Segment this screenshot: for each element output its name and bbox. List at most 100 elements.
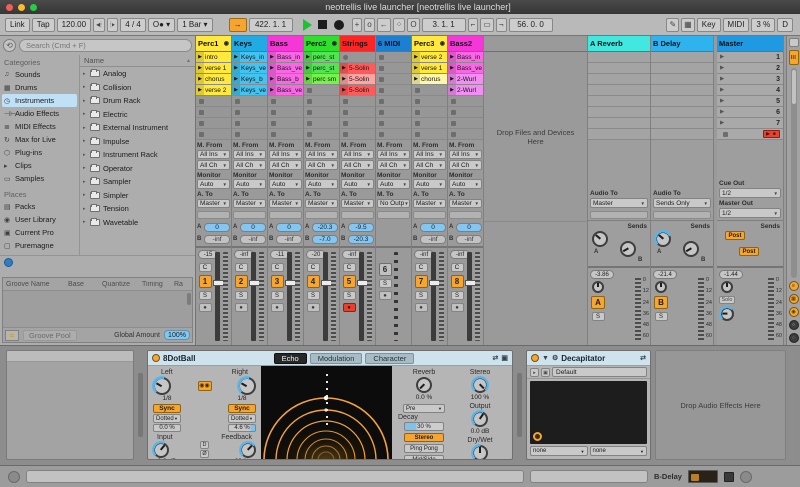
clip-stop-button[interactable]	[451, 110, 456, 115]
return-empty-slot[interactable]	[588, 118, 650, 129]
clip-stop-button[interactable]	[235, 132, 240, 137]
tempo-field[interactable]: 120.00	[57, 18, 91, 32]
return-header-a-reverb[interactable]: A Reverb	[588, 36, 650, 52]
expand-icon[interactable]: ▸	[83, 125, 90, 131]
draw-mode-button[interactable]: ✎	[666, 18, 679, 32]
empty-clip-slot[interactable]	[340, 129, 375, 140]
clip-play-icon[interactable]: ▶	[268, 85, 276, 96]
groove-name-header[interactable]: Groove Name	[6, 281, 68, 288]
arm-button[interactable]: ●	[415, 303, 428, 312]
volume-fader[interactable]	[359, 252, 364, 341]
return-pan-knob[interactable]	[655, 281, 667, 293]
browser-collapse-icon[interactable]: ⟲	[3, 39, 16, 52]
browser-item-impulse[interactable]: ▸Impulse	[80, 135, 195, 149]
empty-clip-slot[interactable]	[412, 118, 447, 129]
browser-item-sampler[interactable]: ▸Sampler	[80, 175, 195, 189]
clip-stop-button[interactable]	[271, 121, 276, 126]
arm-button[interactable]: ●	[451, 303, 464, 312]
clip-stop-button[interactable]	[307, 99, 312, 104]
return-solo-button[interactable]: S	[592, 312, 605, 321]
phase-invert-button[interactable]: Ø	[200, 450, 209, 458]
reverb-position-select[interactable]: Pre▼	[403, 404, 445, 413]
decapitator-title-bar[interactable]: ▼ ⚙ Decapitator ⇄	[527, 351, 650, 366]
loop-start-field[interactable]: 3. 1. 1	[422, 18, 466, 32]
hot-swap-icon[interactable]: ⇄	[492, 354, 498, 362]
sidebar-item-current-pro[interactable]: ▣Current Pro	[2, 226, 77, 239]
clip-play-icon[interactable]: ▶	[412, 74, 420, 85]
browser-item-wavetable[interactable]: ▸Wavetable	[80, 216, 195, 230]
scene-3[interactable]: ▶3	[717, 74, 783, 85]
track-fold-icon[interactable]: ◉	[332, 40, 337, 47]
scene-play-icon[interactable]: ▶	[720, 76, 724, 82]
clip-stop-button[interactable]	[415, 121, 420, 126]
return-output-select[interactable]: Master▼	[590, 198, 648, 208]
clip-stop-button[interactable]	[415, 110, 420, 115]
sidebar-item-max-for-live[interactable]: ↻Max for Live	[2, 133, 77, 146]
return-empty-slot[interactable]	[588, 52, 650, 63]
pan-control[interactable]: C	[271, 263, 284, 272]
solo-button[interactable]: S	[451, 291, 464, 300]
browser-item-external-instrument[interactable]: ▸External Instrument	[80, 121, 195, 135]
left-division-value[interactable]: 1/8	[153, 395, 181, 402]
scene-play-icon[interactable]: ▶	[720, 120, 724, 126]
clip-chorus[interactable]: ▶chorus	[412, 74, 447, 85]
send-a-value[interactable]: 0	[204, 223, 230, 232]
play-button[interactable]	[303, 19, 312, 31]
empty-clip-slot[interactable]	[412, 107, 447, 118]
volume-fader[interactable]	[287, 252, 292, 341]
save-preset-icon[interactable]: ▣	[501, 354, 508, 362]
clip-intro[interactable]: ▶intro	[196, 52, 231, 63]
master-out-select[interactable]: 1/2▼	[719, 208, 781, 218]
device-view-scrollbar[interactable]	[790, 350, 795, 460]
clip-stop-button[interactable]	[271, 110, 276, 115]
empty-clip-slot[interactable]	[376, 85, 411, 96]
launch-quantize-select[interactable]: 1 Bar ▾	[177, 18, 212, 32]
clip-play-icon[interactable]: ▶	[268, 63, 276, 74]
track-activator[interactable]: 7	[415, 275, 428, 288]
groove-pool-icon[interactable]: ≈	[5, 330, 19, 341]
arm-button[interactable]: ●	[307, 303, 320, 312]
empty-clip-slot[interactable]	[376, 96, 411, 107]
track-delay-box[interactable]	[449, 211, 482, 219]
send-a-post-button[interactable]: Post	[725, 231, 745, 240]
input-gain-knob[interactable]	[153, 442, 169, 458]
global-amount-value[interactable]: 100%	[164, 330, 190, 340]
empty-clip-slot[interactable]	[412, 85, 447, 96]
input-channel-select[interactable]: All Ch▼	[233, 160, 266, 170]
input-channel-select[interactable]: All Ch▼	[413, 160, 446, 170]
return-delay-box[interactable]	[590, 211, 648, 219]
right-offset-value[interactable]: 4.6 %	[228, 424, 256, 432]
clip-stop-button[interactable]	[199, 99, 204, 104]
pan-control[interactable]: C	[415, 263, 428, 272]
toggle-crossfader-button[interactable]: ◌	[789, 333, 799, 343]
clip-stop-button[interactable]	[307, 121, 312, 126]
send-a-value[interactable]: 0	[420, 223, 446, 232]
expand-icon[interactable]: ▸	[83, 206, 90, 212]
pan-control[interactable]: C	[199, 263, 212, 272]
clip-5-solin[interactable]: ▶5-Solin	[340, 63, 375, 74]
plugin-hot-swap-icon[interactable]: ⇄	[640, 354, 646, 362]
stereo-link-button[interactable]: ◉◉	[198, 381, 212, 391]
clip-stop-button[interactable]	[379, 132, 384, 137]
return-volume-value[interactable]: -3.86	[590, 270, 614, 279]
monitor-select[interactable]: Auto▼	[377, 179, 410, 189]
return-empty-slot[interactable]	[588, 85, 650, 96]
automation-arm-button[interactable]: o	[364, 18, 374, 32]
empty-clip-slot[interactable]	[232, 96, 267, 107]
groove-timing-header[interactable]: Timing	[142, 281, 174, 288]
solo-button[interactable]: S	[415, 291, 428, 300]
send-b-value[interactable]: -inf	[420, 235, 446, 244]
return-empty-slot[interactable]	[588, 107, 650, 118]
empty-clip-slot[interactable]	[304, 118, 339, 129]
expand-icon[interactable]: ▸	[83, 84, 90, 90]
clip-stop-button[interactable]	[307, 88, 312, 93]
return-activator[interactable]: A	[591, 296, 605, 309]
loop-length-field[interactable]: 56. 0. 0	[509, 18, 553, 32]
clip-stop-button[interactable]	[307, 132, 312, 137]
send-b-post-button[interactable]: Post	[739, 247, 759, 256]
send-a-value[interactable]: 0	[276, 223, 302, 232]
sidebar-item-sounds[interactable]: ♫Sounds	[2, 68, 77, 81]
browser-item-simpler[interactable]: ▸Simpler	[80, 189, 195, 203]
clip-bass-b[interactable]: ▶Bass_b	[268, 74, 303, 85]
scene-scroll-icon[interactable]	[789, 38, 799, 47]
